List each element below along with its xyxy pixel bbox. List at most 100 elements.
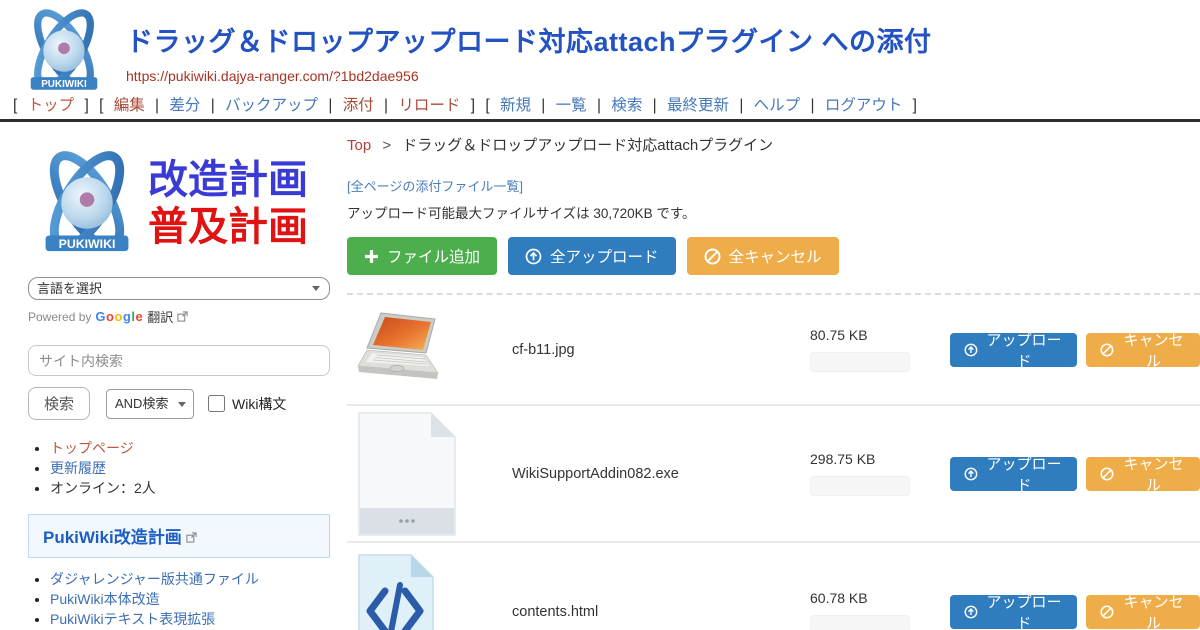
pukiwiki-logo[interactable]: PUKIWIKI [18,6,110,96]
upload-dropzone[interactable]: cf-b11.jpg 80.75 KB アップロード [347,293,1200,630]
breadcrumb-separator: > [382,137,391,154]
file-size: 298.75 KB [810,451,932,467]
generic-file-icon [357,411,457,537]
add-file-button[interactable]: ファイル追加 [347,237,497,275]
file-name: cf-b11.jpg [512,342,810,358]
nav-item-backup[interactable]: バックアップ [225,97,318,114]
wiki-syntax-label: Wiki構文 [232,394,286,414]
google-translate-attribution: Powered by Google 翻訳 [28,307,330,326]
upload-button[interactable]: アップロード [950,595,1077,629]
separator: | [541,97,545,114]
breadcrumb-home[interactable]: Top [347,137,371,154]
nav-item-reload[interactable]: リロード [398,97,460,114]
sidebar-item-update-history[interactable]: 更新履歴 [50,460,106,476]
upload-progress-bar [810,615,910,630]
upload-circle-icon [525,248,542,265]
separator: | [739,97,743,114]
nav-item-recent[interactable]: 最終更新 [667,97,729,114]
nav-item-top[interactable]: トップ [28,97,75,114]
upload-circle-icon [964,466,978,482]
nav-item-attach[interactable]: 添付 [343,97,374,114]
laptop-photo-thumbnail [357,310,452,390]
upload-all-button[interactable]: 全アップロード [508,237,676,275]
sidebar: PUKIWIKI 改造計画 普及計画 言語を選択 Powered by Goog… [0,122,345,627]
file-row: contents.html 60.78 KB アップロード [347,541,1200,630]
external-link-icon [186,532,197,543]
sidebar-item-common-files[interactable]: ダジャレンジャー版共通ファイル [50,571,259,587]
bracket: [ [99,97,103,114]
sidebar-item-text-extension[interactable]: PukiWikiテキスト表現拡張 [50,611,215,627]
bracket: ] [84,97,88,114]
powered-by-label: Powered by [28,310,91,324]
all-attachments-link[interactable]: [全ページの添付ファイル一覧] [347,176,523,195]
file-row: WikiSupportAddin082.exe 298.75 KB アップロード [347,404,1200,541]
svg-text:PUKIWIKI: PUKIWIKI [41,79,87,90]
external-link-icon [177,311,188,322]
file-name: WikiSupportAddin082.exe [512,466,810,482]
separator: | [810,97,814,114]
cancel-all-button[interactable]: 全キャンセル [687,237,839,275]
breadcrumb: Top > ドラッグ＆ドロップアップロード対応attachプラグイン [347,134,1200,155]
banner-text-kaizou: 改造計画 [148,156,308,203]
separator: | [597,97,601,114]
nav-item-edit[interactable]: 編集 [114,97,145,114]
cancel-button[interactable]: キャンセル [1086,333,1200,367]
nav-item-logout[interactable]: ログアウト [825,97,903,114]
upload-progress-bar [810,352,910,372]
upload-circle-icon [964,342,978,358]
language-select[interactable]: 言語を選択 [28,277,330,300]
cancel-icon [1100,466,1114,482]
atom-logo-icon: PUKIWIKI [28,147,146,259]
file-row: cf-b11.jpg 80.75 KB アップロード [347,295,1200,404]
and-search-select[interactable]: AND検索 [106,389,194,419]
plugin-links-list: ダジャレンジャー版共通ファイル PukiWiki本体改造 PukiWikiテキス… [50,570,340,630]
quick-links-list: トップページ 更新履歴 オンライン：2人 [50,439,330,498]
svg-text:PUKIWIKI: PUKIWIKI [59,237,116,251]
bracket: ] [471,97,475,114]
cancel-button[interactable]: キャンセル [1086,457,1200,491]
separator: | [384,97,388,114]
nav-item-list[interactable]: 一覧 [556,97,587,114]
sidebar-banner[interactable]: PUKIWIKI 改造計画 普及計画 [28,147,330,259]
bracket: [ [485,97,489,114]
cancel-icon [1100,604,1114,620]
page-url: https://pukiwiki.dajya-ranger.com/?1bd2d… [126,68,1200,84]
main-content: Top > ドラッグ＆ドロップアップロード対応attachプラグイン [全ページ… [345,122,1200,627]
bracket: [ [13,97,17,114]
upload-circle-icon [964,604,978,620]
project-box[interactable]: PukiWiki改造計画 [28,514,330,558]
page-title: ドラッグ＆ドロップアップロード対応attachプラグイン への添付 [126,20,1200,59]
language-select-wrap: 言語を選択 [28,277,330,300]
separator: | [211,97,215,114]
html-file-icon [357,553,435,630]
file-size: 80.75 KB [810,327,932,343]
upload-progress-bar [810,476,910,496]
upload-button[interactable]: アップロード [950,457,1077,491]
cancel-icon [704,248,721,265]
separator: | [653,97,657,114]
sidebar-item-core-mods[interactable]: PukiWiki本体改造 [50,591,160,607]
upload-button[interactable]: アップロード [950,333,1077,367]
nav-item-search[interactable]: 検索 [611,97,642,114]
search-button[interactable]: 検索 [28,387,90,420]
and-search-wrap: AND検索 [106,389,194,419]
plus-icon [364,249,379,264]
project-box-link[interactable]: PukiWiki改造計画 [43,528,182,547]
nav-item-diff[interactable]: 差分 [169,97,200,114]
page-header: PUKIWIKI ドラッグ＆ドロップアップロード対応attachプラグイン への… [0,0,1200,122]
online-users-count: オンライン：2人 [50,480,156,496]
upload-toolbar: ファイル追加 全アップロード 全キャンセル [347,237,1200,275]
nav-item-help[interactable]: ヘルプ [754,97,801,114]
cancel-icon [1100,342,1114,358]
cancel-button[interactable]: キャンセル [1086,595,1200,629]
atom-logo-icon: PUKIWIKI [18,6,110,96]
google-logo: Google [95,309,143,324]
wiki-syntax-checkbox[interactable] [208,395,225,412]
sidebar-item-top-page[interactable]: トップページ [50,440,134,456]
banner-text-fukyuu: 普及計画 [148,203,308,250]
file-name: contents.html [512,604,810,620]
translate-link[interactable]: 翻訳 [147,307,173,326]
max-upload-size-text: アップロード可能最大ファイルサイズは 30,720KB です。 [347,202,1200,222]
nav-item-new[interactable]: 新規 [500,97,531,114]
site-search-input[interactable] [28,345,330,376]
